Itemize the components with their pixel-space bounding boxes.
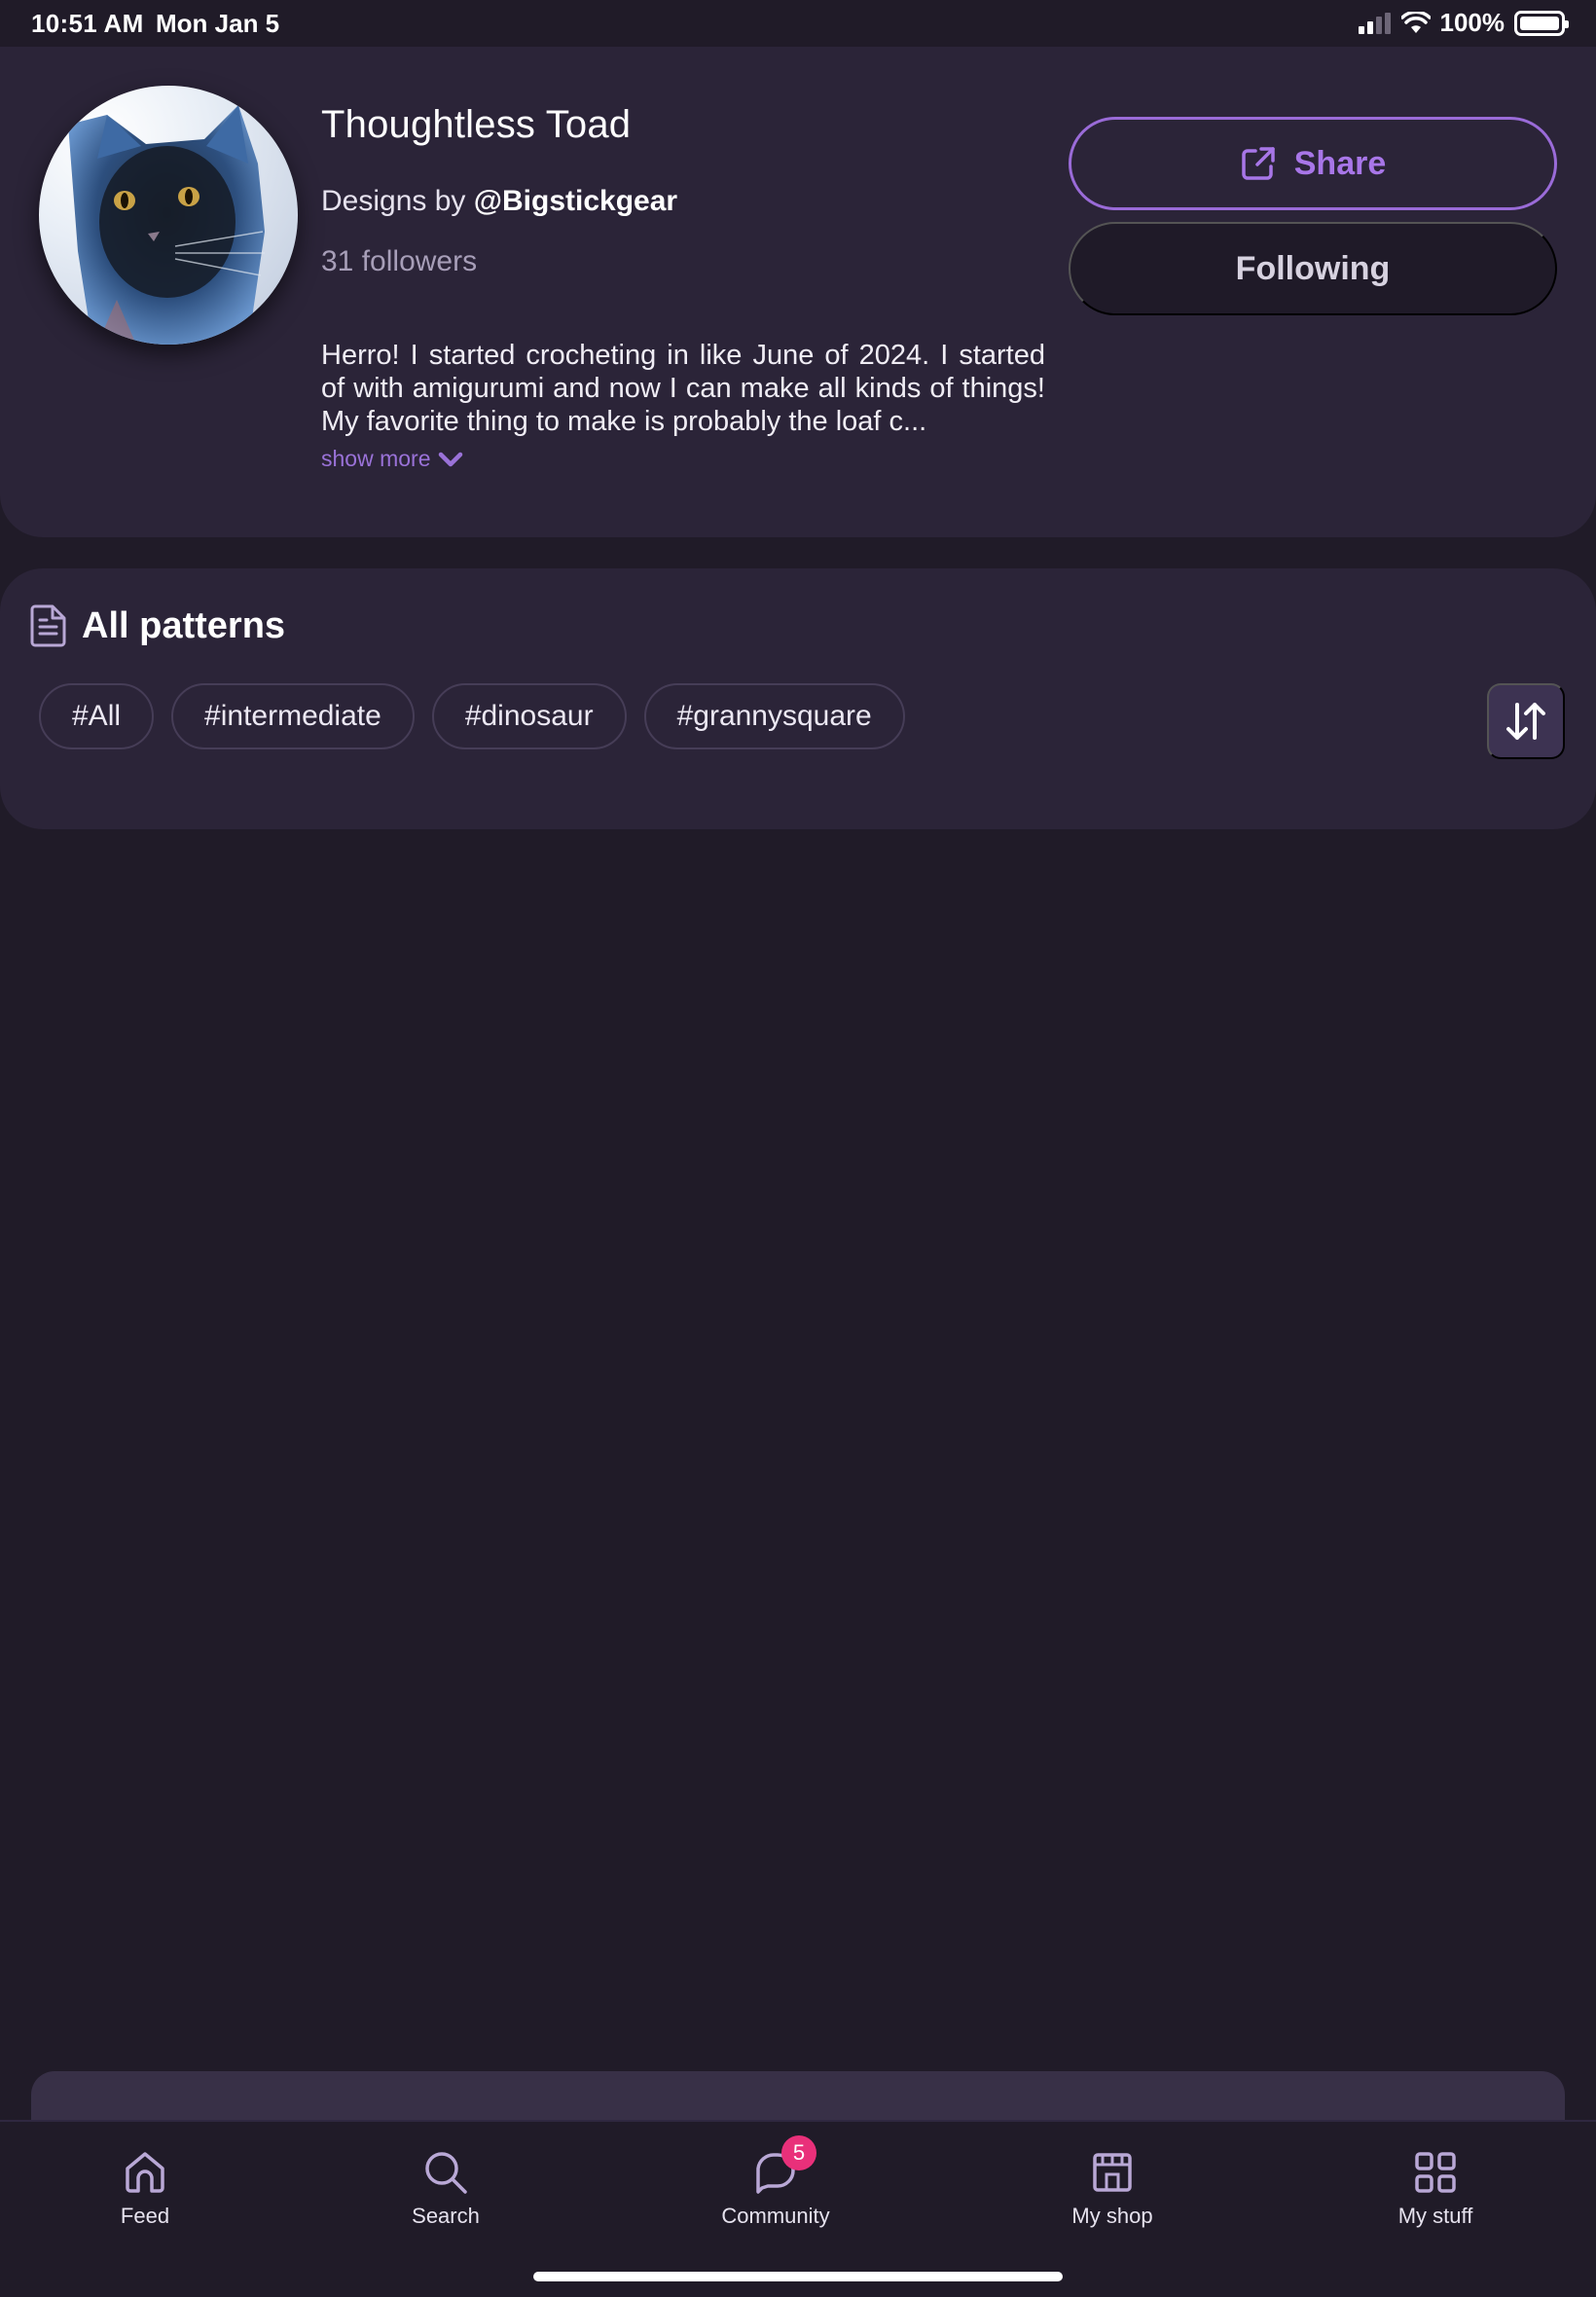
status-date: Mon Jan 5 bbox=[156, 9, 280, 38]
grid-icon bbox=[1412, 2149, 1459, 2196]
shop-icon bbox=[1089, 2149, 1136, 2196]
chat-icon: 5 bbox=[752, 2135, 816, 2196]
patterns-card: All patterns #All #intermediate #dinosau… bbox=[0, 568, 1596, 829]
profile-bio: Herro! I started crocheting in like June… bbox=[321, 340, 1045, 437]
tab-label-search: Search bbox=[412, 2204, 480, 2228]
tab-label-feed: Feed bbox=[120, 2204, 170, 2228]
battery-fill bbox=[1520, 16, 1559, 30]
show-more-label: show more bbox=[321, 446, 431, 471]
following-button[interactable]: Following bbox=[1069, 222, 1557, 315]
tab-label-my-stuff: My stuff bbox=[1397, 2204, 1473, 2228]
status-bar: 10:51 AM Mon Jan 5 100% bbox=[0, 0, 1596, 47]
cat-photo-avatar bbox=[39, 86, 298, 345]
designs-by: Designs by @Bigstickgear bbox=[321, 185, 677, 218]
profile-name: Thoughtless Toad bbox=[321, 103, 632, 146]
profile-screen: 10:51 AM Mon Jan 5 100% Thoughtless Toad… bbox=[0, 0, 1596, 2297]
designs-by-prefix: Designs by bbox=[321, 185, 466, 217]
battery-percentage: 100% bbox=[1439, 8, 1505, 37]
cellular-signal-icon bbox=[1358, 12, 1391, 34]
followers-number: 31 bbox=[321, 245, 354, 277]
profile-card: Thoughtless Toad Designs by @Bigstickgea… bbox=[0, 47, 1596, 537]
patterns-header: All patterns bbox=[29, 603, 285, 648]
tab-feed[interactable]: Feed bbox=[48, 2149, 242, 2229]
notification-badge: 5 bbox=[781, 2135, 816, 2170]
designer-handle[interactable]: @Bigstickgear bbox=[474, 185, 677, 217]
wifi-icon bbox=[1400, 11, 1431, 33]
patterns-title: All patterns bbox=[82, 604, 286, 646]
tab-label-my-shop: My shop bbox=[1071, 2204, 1153, 2228]
tab-label-community: Community bbox=[721, 2204, 830, 2228]
chevron-down-icon bbox=[439, 452, 463, 466]
external-link-icon bbox=[1242, 147, 1275, 180]
status-indicators: 100% bbox=[1358, 8, 1569, 38]
sort-button[interactable] bbox=[1487, 683, 1565, 759]
followers-count[interactable]: 31 followers bbox=[321, 245, 477, 278]
following-label: Following bbox=[1235, 249, 1391, 287]
tab-my-shop[interactable]: My shop bbox=[1015, 2149, 1210, 2229]
bottom-tab-bar: Feed Search 5 Community My shop My stuff bbox=[0, 2120, 1596, 2297]
home-icon bbox=[122, 2149, 168, 2196]
share-label: Share bbox=[1293, 144, 1387, 182]
tag-filter-all[interactable]: #All bbox=[39, 683, 155, 749]
tag-filter-dinosaur[interactable]: #dinosaur bbox=[431, 683, 627, 749]
tab-community[interactable]: 5 Community bbox=[678, 2135, 873, 2229]
status-time: 10:51 AM bbox=[31, 9, 144, 38]
tag-filter-list: #All #intermediate #dinosaur #grannysqua… bbox=[39, 683, 905, 749]
followers-label: followers bbox=[361, 245, 478, 277]
document-icon bbox=[30, 604, 66, 647]
battery-icon bbox=[1514, 10, 1569, 36]
tag-filter-intermediate[interactable]: #intermediate bbox=[171, 683, 415, 749]
show-more-button[interactable]: show more bbox=[321, 446, 463, 472]
tag-filter-grannysquare[interactable]: #grannysquare bbox=[643, 683, 905, 749]
tab-my-stuff[interactable]: My stuff bbox=[1338, 2149, 1533, 2229]
home-indicator[interactable] bbox=[533, 2272, 1063, 2281]
tab-search[interactable]: Search bbox=[348, 2149, 543, 2229]
search-icon bbox=[422, 2149, 469, 2196]
share-button[interactable]: Share bbox=[1069, 117, 1557, 210]
avatar[interactable] bbox=[39, 86, 298, 345]
sort-arrows-icon bbox=[1506, 703, 1545, 740]
